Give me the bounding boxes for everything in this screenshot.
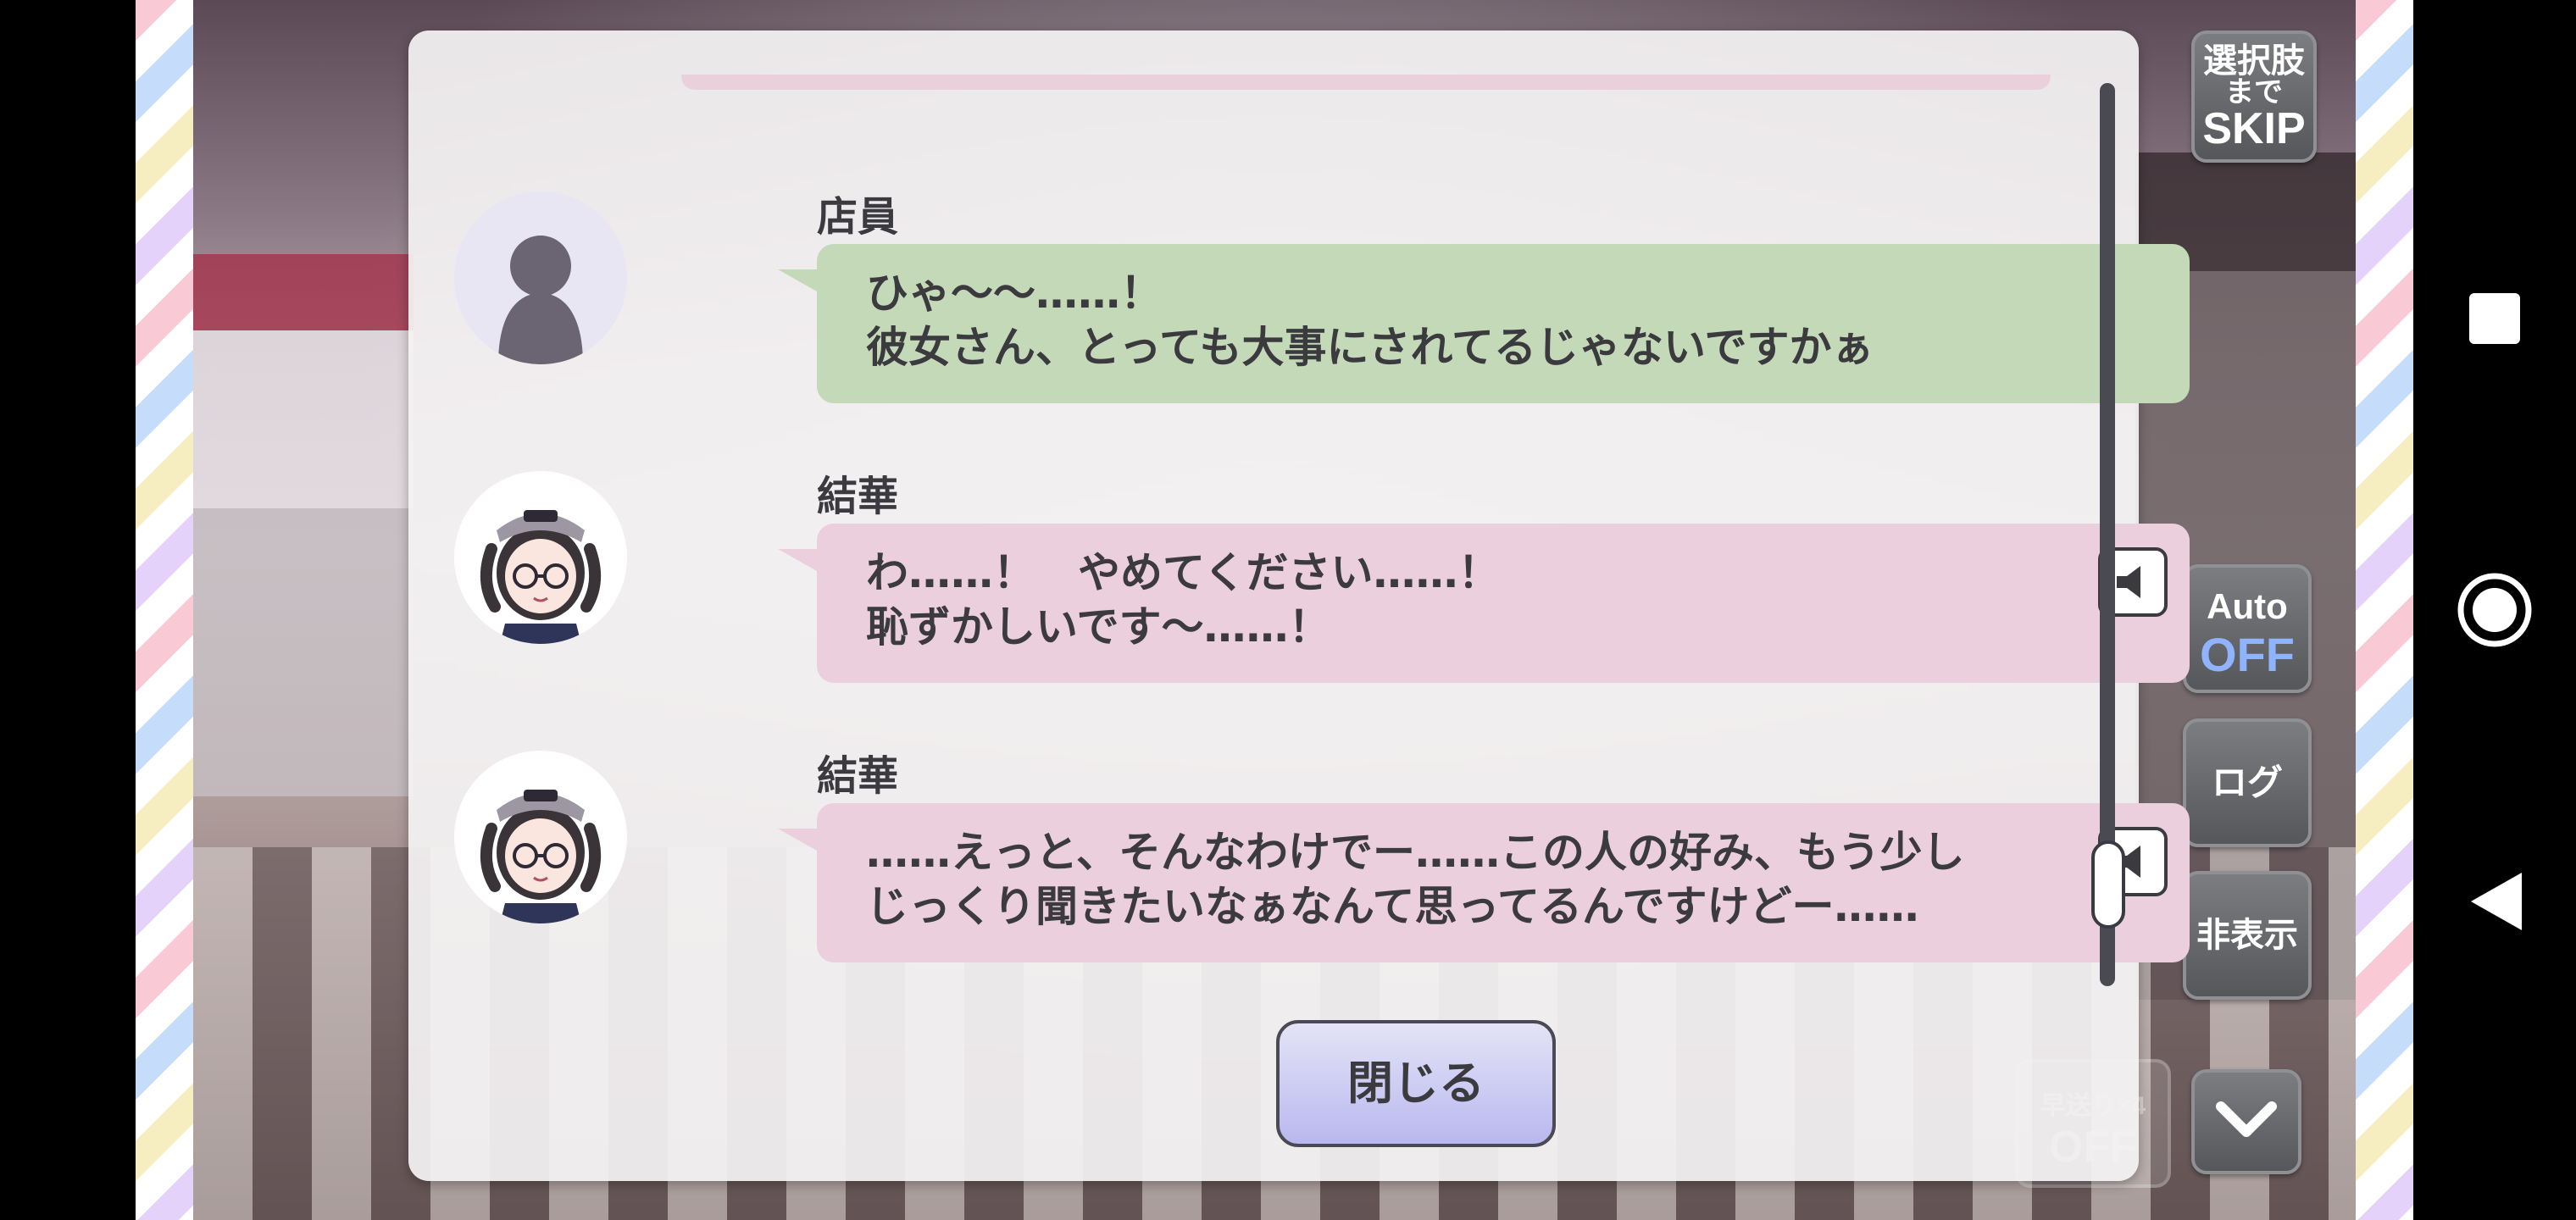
bubble-tail	[778, 829, 817, 851]
message-line: 恥ずかしいです〜……！	[866, 602, 1331, 652]
yuika-avatar	[454, 471, 627, 644]
yuika-avatar	[454, 751, 627, 923]
skip-label-line3: SKIP	[2202, 104, 2306, 153]
log-button[interactable]: ログ	[2183, 718, 2312, 847]
silhouette-avatar	[454, 191, 627, 364]
bubble-tail	[778, 549, 817, 571]
speaker-name: 店員	[817, 193, 899, 241]
message-bubble: ……えっと、そんなわけでー……この人の好み、もう少し じっくり聞きたいなぁなんて…	[778, 803, 2190, 962]
decorative-stripe-right	[2356, 0, 2413, 1220]
auto-toggle-button[interactable]: Auto OFF	[2183, 564, 2312, 693]
back-triangle-icon[interactable]	[2447, 864, 2542, 939]
message-line: ……えっと、そんなわけでー……この人の好み、もう少し	[866, 828, 1965, 877]
person-silhouette-icon	[498, 236, 583, 364]
decorative-stripe-left	[136, 0, 193, 1220]
message-line: 彼女さん、とっても大事にされてるじゃないですかぁ	[866, 323, 1874, 372]
message-line: じっくり聞きたいなぁなんて思ってるんですけどー……	[866, 882, 1919, 931]
menu-collapse-button[interactable]	[2191, 1069, 2301, 1174]
auto-state: OFF	[2200, 628, 2295, 681]
recents-square-icon[interactable]	[2447, 285, 2542, 352]
message-line: わ……！ やめてください……！	[866, 548, 1501, 597]
message-bubble: ひゃ〜〜……！ 彼女さん、とっても大事にされてるじゃないですかぁ	[778, 244, 2190, 403]
chibi-portrait-icon	[480, 790, 602, 923]
skip-label-line2: まで	[2225, 76, 2283, 108]
game-viewport: 選択肢 まで SKIP Auto OFF ログ 非表示 早送り×4 OFF 店員	[136, 0, 2413, 1220]
speaker-name: 結華	[817, 752, 899, 800]
message-bubble: わ……！ やめてください……！ 恥ずかしいです〜……！	[778, 524, 2190, 683]
skip-to-choices-button[interactable]: 選択肢 まで SKIP	[2191, 30, 2317, 163]
android-nav-bar	[2413, 0, 2576, 1220]
speaker-name: 結華	[817, 473, 899, 520]
chevron-down-icon	[2216, 1101, 2277, 1137]
log-dialog: 店員 ひゃ〜〜……！ 彼女さん、とっても大事にされてるじゃないですかぁ 結華 わ…	[408, 30, 2190, 1181]
close-log-button[interactable]: 閉じる	[1276, 1020, 1556, 1147]
background-shop-left	[193, 254, 414, 796]
skip-label-line1: 選択肢	[2203, 42, 2305, 80]
log-scrollbar-thumb[interactable]	[2091, 840, 2125, 929]
auto-label: Auto	[2207, 586, 2288, 626]
chibi-portrait-icon	[480, 510, 602, 644]
speaker-icon	[2117, 566, 2140, 598]
home-circle-icon[interactable]	[2447, 569, 2542, 651]
bubble-tail	[778, 269, 817, 291]
previous-bubble-edge	[681, 75, 2051, 90]
message-line: ひゃ〜〜……！	[866, 269, 1163, 318]
hide-ui-button[interactable]: 非表示	[2183, 871, 2312, 1000]
